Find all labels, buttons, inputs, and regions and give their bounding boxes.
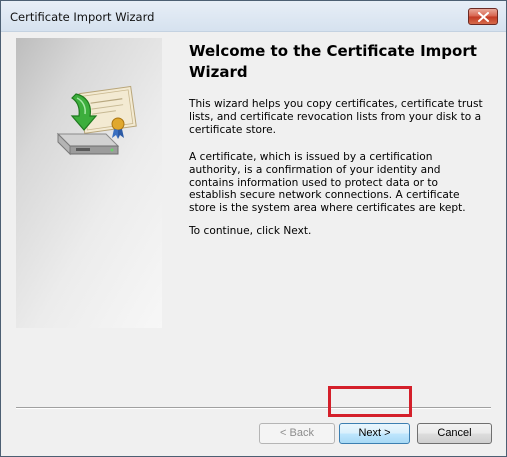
wizard-heading: Welcome to the Certificate Import Wizard — [189, 42, 477, 81]
wizard-side-panel — [16, 38, 162, 328]
window-title: Certificate Import Wizard — [10, 10, 155, 24]
certificate-import-wizard-window: Certificate Import Wizard Welcome to the… — [0, 0, 507, 457]
wizard-body: Welcome to the Certificate Import Wizard… — [1, 32, 506, 456]
certificate-import-icon — [56, 85, 137, 156]
back-button[interactable]: < Back — [259, 423, 335, 444]
close-icon — [478, 12, 489, 22]
next-button[interactable]: Next > — [339, 423, 410, 444]
button-separator — [16, 407, 491, 409]
title-bar[interactable]: Certificate Import Wizard — [1, 1, 506, 32]
close-button[interactable] — [468, 8, 498, 25]
next-button-highlight — [328, 386, 412, 417]
certificate-description-paragraph: A certificate, which is issued by a cert… — [189, 151, 466, 215]
intro-paragraph: This wizard helps you copy certificates,… — [189, 98, 483, 136]
cancel-button[interactable]: Cancel — [417, 423, 492, 444]
continue-instruction: To continue, click Next. — [189, 225, 312, 237]
